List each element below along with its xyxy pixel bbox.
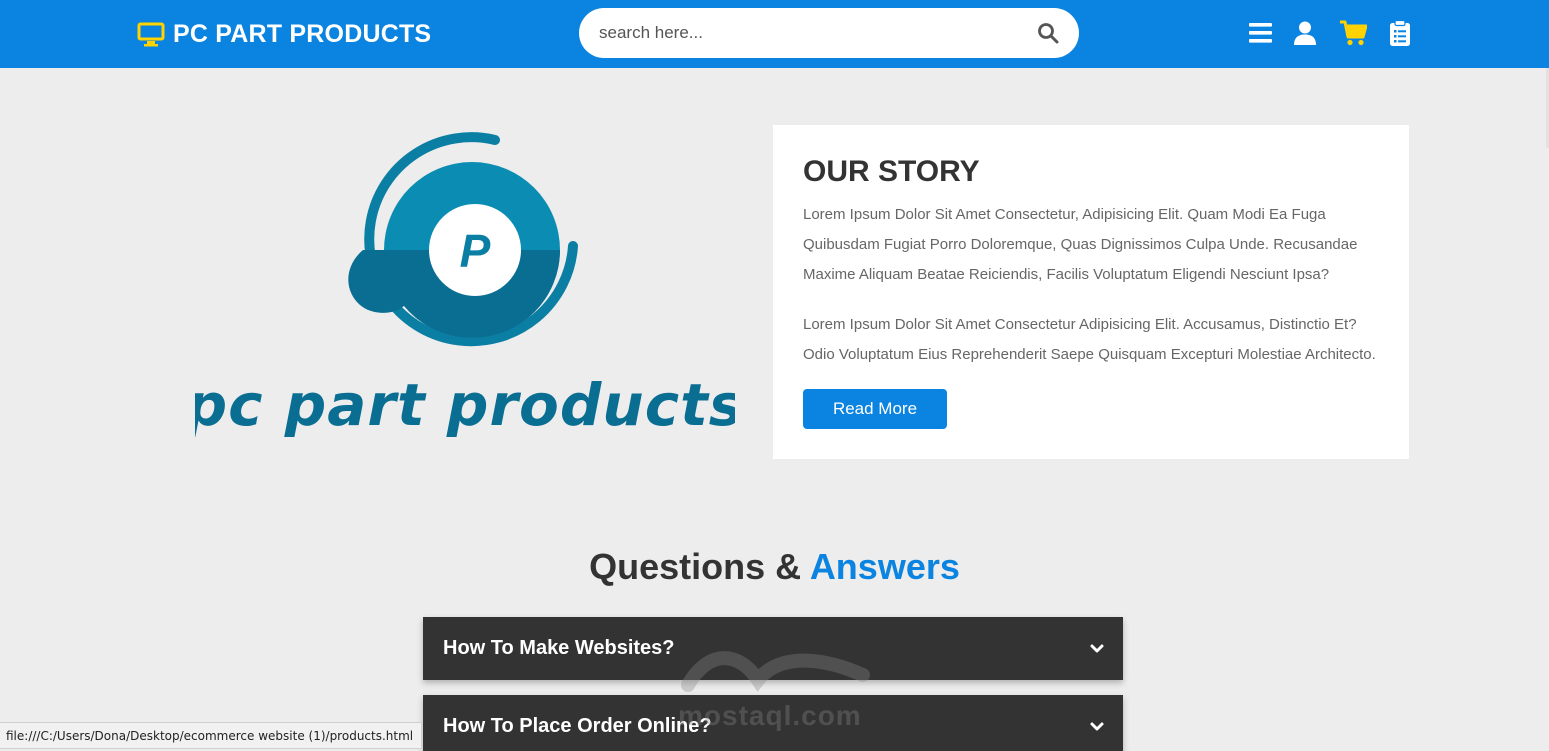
story-line: Lorem Ipsum Dolor Sit Amet Consectetur, … — [803, 206, 1326, 223]
user-icon[interactable] — [1292, 20, 1318, 46]
faq-heading-text: Questions & — [589, 546, 802, 587]
chevron-down-icon — [1090, 644, 1104, 653]
brand-logo[interactable]: PC PART PRODUCTS — [137, 18, 431, 50]
chevron-down-icon — [1090, 722, 1104, 731]
faq-heading: Questions & Answers — [0, 546, 1549, 588]
our-story-card: OUR STORY Lorem Ipsum Dolor Sit Amet Con… — [773, 125, 1409, 459]
logo-letter: P — [460, 225, 491, 277]
menu-icon[interactable] — [1248, 20, 1274, 46]
monitor-icon — [137, 22, 165, 47]
search-input[interactable] — [599, 23, 1019, 43]
story-title: OUR STORY — [803, 155, 980, 188]
story-line: Maxime Aliquam Beatae Reiciendis, Facili… — [803, 266, 1330, 283]
clipboard-icon[interactable] — [1389, 20, 1411, 46]
cart-icon[interactable] — [1339, 20, 1367, 46]
faq-item[interactable]: How To Place Order Online? — [423, 695, 1123, 751]
search-icon[interactable] — [1037, 22, 1059, 44]
faq-question: How To Make Websites? — [443, 637, 675, 659]
read-more-button[interactable]: Read More — [803, 389, 947, 429]
story-line: Lorem Ipsum Dolor Sit Amet Consectetur A… — [803, 316, 1357, 333]
story-paragraph-2: Lorem Ipsum Dolor Sit Amet Consectetur A… — [803, 310, 1388, 370]
top-header: PC PART PRODUCTS — [0, 0, 1549, 68]
status-url: file:///C:/Users/Dona/Desktop/ecommerce … — [6, 729, 414, 743]
faq-heading-accent: Answers — [809, 546, 960, 587]
pc-part-products-logo: P pc part products — [185, 132, 743, 439]
logo-wordmark: pc part products — [195, 371, 735, 439]
faq-question: How To Place Order Online? — [443, 715, 712, 737]
story-line: Quibusdam Fugiat Porro Doloremque, Quas … — [803, 236, 1358, 253]
search-bar — [579, 8, 1079, 58]
faq-item[interactable]: How To Make Websites? — [423, 617, 1123, 680]
browser-status-bar: file:///C:/Users/Dona/Desktop/ecommerce … — [0, 722, 423, 749]
story-paragraph-1: Lorem Ipsum Dolor Sit Amet Consectetur, … — [803, 200, 1388, 290]
brand-name: PC PART PRODUCTS — [173, 19, 432, 48]
about-logo-image: P pc part products — [185, 120, 743, 450]
story-line: Odio Voluptatum Eius Reprehenderit Saepe… — [803, 346, 1376, 363]
